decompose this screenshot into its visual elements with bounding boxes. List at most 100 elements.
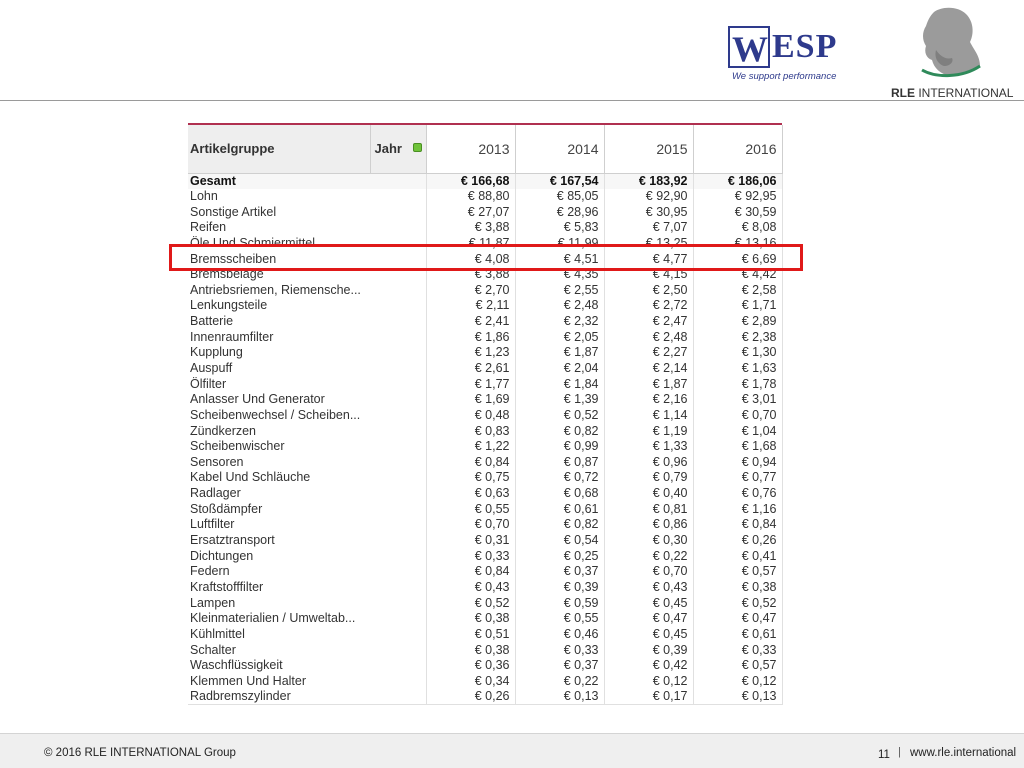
rle-logo: RLE INTERNATIONAL — [888, 6, 1013, 100]
row-label: Kabel Und Schläuche — [188, 470, 427, 486]
total-value: € 167,54 — [515, 172, 605, 189]
row-value: € 0,45 — [604, 626, 694, 643]
table-row: Klemmen Und Halter € 0,34 € 0,22 € 0,12 € 0,… — [188, 673, 783, 690]
row-value: € 0,45 — [604, 595, 694, 611]
row-value: € 0,77 — [693, 470, 783, 486]
row-value: € 1,04 — [693, 423, 783, 439]
footer-url-link[interactable]: www.rle.international — [910, 747, 1016, 759]
rle-wordmark-bold: RLE — [891, 86, 915, 100]
column-header-year[interactable]: 2014 — [515, 125, 605, 174]
table-row: Sonstige Artikel € 27,07 € 28,96 € 30,95 € 3… — [188, 204, 783, 220]
total-value: € 166,68 — [426, 172, 516, 189]
row-value: € 0,48 — [426, 407, 516, 424]
row-value: € 88,80 — [426, 188, 516, 205]
row-label: Kupplung — [188, 345, 427, 361]
row-value: € 0,52 — [515, 407, 605, 424]
row-value: € 1,16 — [693, 501, 783, 518]
row-value: € 85,05 — [515, 188, 605, 205]
row-value: € 2,55 — [515, 282, 605, 299]
row-value: € 28,96 — [515, 204, 605, 220]
row-value: € 0,70 — [604, 564, 694, 580]
row-label: Stoßdämpfer — [188, 501, 427, 518]
row-value: € 0,68 — [515, 485, 605, 502]
row-value: € 5,83 — [515, 219, 605, 236]
row-value: € 0,79 — [604, 470, 694, 486]
table-row: Luftfilter € 0,70 € 0,82 € 0,86 € 0,84 — [188, 517, 783, 533]
row-value: € 0,39 — [515, 579, 605, 596]
row-value: € 0,57 — [693, 657, 783, 674]
table-header-row: Artikelgruppe Jahr 2013 2014 2015 2016 — [188, 125, 783, 174]
row-label: Radlager — [188, 485, 427, 502]
column-header-year[interactable]: 2016 — [693, 125, 783, 174]
row-value: € 2,14 — [604, 360, 694, 377]
row-value: € 0,39 — [604, 642, 694, 658]
rle-wordmark-rest: INTERNATIONAL — [915, 86, 1014, 100]
table-row: Kabel Und Schläuche € 0,75 € 0,72 € 0,79 € 0… — [188, 470, 783, 486]
table-row: Lenkungsteile € 2,11 € 2,48 € 2,72 € 1,71 — [188, 298, 783, 314]
row-value: € 0,40 — [604, 485, 694, 502]
row-label: Sensoren — [188, 454, 427, 471]
row-value: € 7,07 — [604, 219, 694, 236]
row-value: € 0,47 — [693, 610, 783, 627]
highlight-frame — [169, 244, 803, 271]
row-value: € 2,48 — [515, 298, 605, 314]
row-value: € 0,36 — [426, 657, 516, 674]
row-label: Reifen — [188, 219, 427, 236]
row-value: € 0,84 — [426, 454, 516, 471]
row-value: € 1,23 — [426, 345, 516, 361]
table-row: Scheibenwischer € 1,22 € 0,99 € 1,33 € 1,68 — [188, 438, 783, 455]
row-value: € 0,13 — [693, 689, 783, 706]
column-header-jahr[interactable]: Jahr — [370, 125, 427, 174]
table-row: Kraftstofffilter € 0,43 € 0,39 € 0,43 € 0,38 — [188, 579, 783, 596]
row-value: € 0,59 — [515, 595, 605, 611]
row-value: € 0,94 — [693, 454, 783, 471]
row-label: Ölfilter — [188, 376, 427, 392]
table-row: Reifen € 3,88 € 5,83 € 7,07 € 8,08 — [188, 219, 783, 236]
row-value: € 0,54 — [515, 532, 605, 549]
row-value: € 0,22 — [604, 548, 694, 565]
row-label: Lenkungsteile — [188, 298, 427, 314]
wesp-tagline: We support performance — [732, 71, 837, 82]
row-value: € 0,22 — [515, 673, 605, 690]
row-value: € 1,68 — [693, 438, 783, 455]
column-header-jahr-label: Jahr — [374, 141, 402, 157]
row-label: Kleinmaterialien / Umweltab... — [188, 610, 427, 627]
row-value: € 0,30 — [604, 532, 694, 549]
row-value: € 0,52 — [693, 595, 783, 611]
column-header-year[interactable]: 2013 — [426, 125, 516, 174]
table-row: Schalter € 0,38 € 0,33 € 0,39 € 0,33 — [188, 642, 783, 658]
row-value: € 1,84 — [515, 376, 605, 392]
row-label: Batterie — [188, 313, 427, 330]
row-value: € 0,72 — [515, 470, 605, 486]
column-header-year[interactable]: 2015 — [604, 125, 694, 174]
row-value: € 0,13 — [515, 689, 605, 706]
row-value: € 2,50 — [604, 282, 694, 299]
row-value: € 0,70 — [693, 407, 783, 424]
row-value: € 0,37 — [515, 564, 605, 580]
table-row: Kleinmaterialien / Umweltab... € 0,38 € 0,… — [188, 610, 783, 627]
row-value: € 0,38 — [693, 579, 783, 596]
row-value: € 0,43 — [426, 579, 516, 596]
table-row: Zündkerzen € 0,83 € 0,82 € 1,19 € 1,04 — [188, 423, 783, 439]
row-value: € 2,72 — [604, 298, 694, 314]
column-header-artikelgruppe[interactable]: Artikelgruppe — [188, 125, 371, 174]
selection-indicator-icon[interactable] — [412, 143, 422, 152]
row-value: € 0,86 — [604, 517, 694, 533]
row-label: Scheibenwischer — [188, 438, 427, 455]
row-value: € 2,89 — [693, 313, 783, 330]
row-label: Kraftstofffilter — [188, 579, 427, 596]
row-value: € 1,39 — [515, 391, 605, 408]
row-value: € 2,27 — [604, 345, 694, 361]
table-row: Ölfilter € 1,77 € 1,84 € 1,87 € 1,78 — [188, 376, 783, 392]
row-label: Anlasser Und Generator — [188, 391, 427, 408]
row-label: Dichtungen — [188, 548, 427, 565]
row-value: € 0,26 — [693, 532, 783, 549]
row-value: € 0,37 — [515, 657, 605, 674]
row-value: € 1,30 — [693, 345, 783, 361]
table-row: Radbremszylinder € 0,26 € 0,13 € 0,17 € 0,13 — [188, 689, 783, 706]
wesp-logo: W ESP We support performance — [728, 24, 842, 86]
row-value: € 0,41 — [693, 548, 783, 565]
row-value: € 0,81 — [604, 501, 694, 518]
total-label: Gesamt — [188, 172, 427, 189]
row-label: Zündkerzen — [188, 423, 427, 439]
